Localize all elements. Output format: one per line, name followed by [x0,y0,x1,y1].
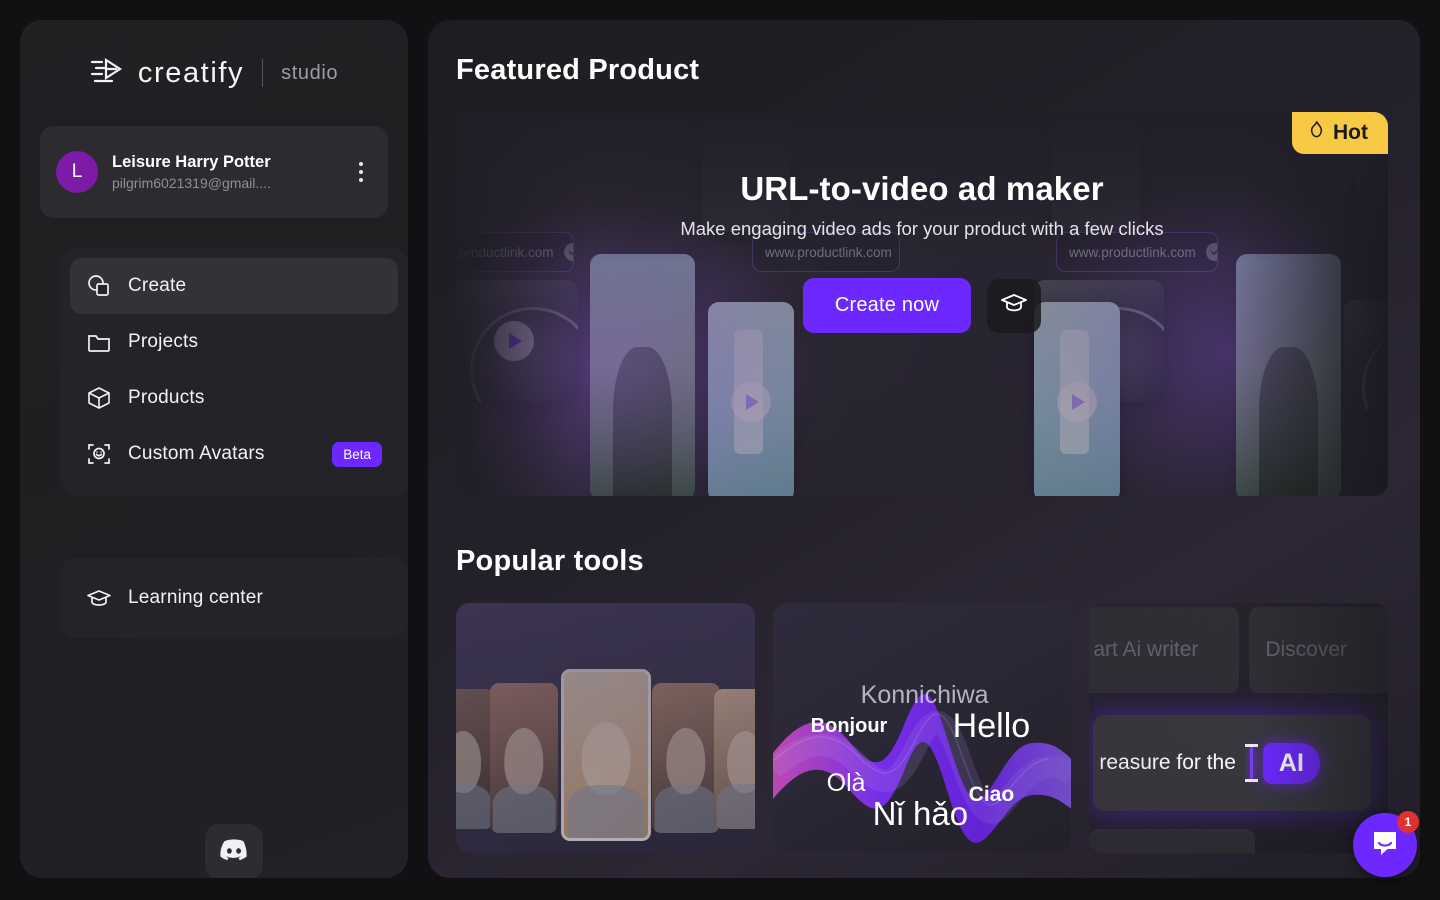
flame-icon [1308,120,1325,145]
sidebar-primary-nav: Create Projects Products Custom Avatars … [60,248,408,496]
kebab-menu-icon[interactable] [350,162,372,182]
status-badge-hot: Hot [1292,112,1388,154]
tool-card-ai-avatars[interactable] [456,603,755,853]
box-icon [86,385,112,411]
sidebar: creatify studio L Leisure Harry Potter p… [20,20,408,878]
discord-icon [220,838,248,866]
brand-logo[interactable]: creatify studio [20,20,408,126]
creatify-arrow-logo-icon [90,56,128,90]
sidebar-item-products[interactable]: Products [70,370,398,426]
tool-card-smart-ai-writer[interactable]: art Ai writer Discover reasure for the A… [1089,603,1389,853]
hero-actions: Create now [456,278,1388,333]
card-overlay [1089,603,1389,853]
intercom-launcher[interactable]: 1 [1353,811,1419,877]
sidebar-item-label: Products [128,387,205,408]
page-title-featured: Featured Product [456,54,700,86]
sidebar-item-label: Create [128,275,187,296]
brand-suffix: studio [281,61,339,84]
popular-tools-list: Konnichiwa Bonjour Hello Olà Ciao Nǐ hǎo… [456,603,1389,853]
create-shapes-icon [86,273,112,299]
featured-product-banner[interactable]: productlink.com www.productlink.com www.… [456,112,1388,496]
sidebar-item-label: Custom Avatars [128,443,265,464]
intercom-chat-icon [1370,828,1400,863]
sidebar-item-label: Projects [128,331,199,352]
card-overlay [456,603,755,853]
greeting-text: Hello [952,707,1031,745]
greeting-text: Ciao [968,783,1015,806]
greeting-text: Bonjour [810,715,888,737]
sidebar-item-label: Learning center [128,587,264,608]
greeting-text: Nǐ hǎo [872,795,969,832]
graduation-cap-icon [86,585,112,611]
status-badge: Beta [332,441,382,467]
greeting-text: Olà [826,769,866,797]
sidebar-item-create[interactable]: Create [70,258,398,314]
tool-card-multilingual-voice[interactable]: Konnichiwa Bonjour Hello Olà Ciao Nǐ hǎo [772,603,1072,853]
face-scan-icon [86,441,112,467]
create-now-button[interactable]: Create now [802,278,972,333]
main-content: Featured Product productlink.com www.pro… [428,20,1420,878]
sidebar-item-projects[interactable]: Projects [70,314,398,370]
folder-icon [86,329,112,355]
avatar: L [56,151,98,193]
account-text: Leisure Harry Potter pilgrim6021319@gmai… [112,151,336,192]
brand-name: creatify [137,56,245,89]
hero-title: URL-to-video ad maker [740,170,1104,207]
graduation-cap-icon [1000,290,1028,321]
tutorial-button[interactable] [987,278,1042,333]
sidebar-secondary-nav: Learning center [60,558,408,638]
discord-link[interactable] [205,824,263,878]
sidebar-item-custom-avatars[interactable]: Custom Avatars Beta [70,426,398,482]
unread-count-badge: 1 [1397,811,1419,833]
sidebar-item-learning-center[interactable]: Learning center [70,570,398,626]
greeting-text: Konnichiwa [860,681,989,709]
hero-subtitle: Make engaging video ads for your product… [680,218,1164,239]
account-email: pilgrim6021319@gmail.... [112,174,271,191]
logo-divider [262,59,264,87]
account-name: Leisure Harry Potter [112,153,271,172]
account-card[interactable]: L Leisure Harry Potter pilgrim6021319@gm… [40,126,388,218]
page-title-popular: Popular tools [456,545,644,577]
hot-label: Hot [1333,120,1368,144]
